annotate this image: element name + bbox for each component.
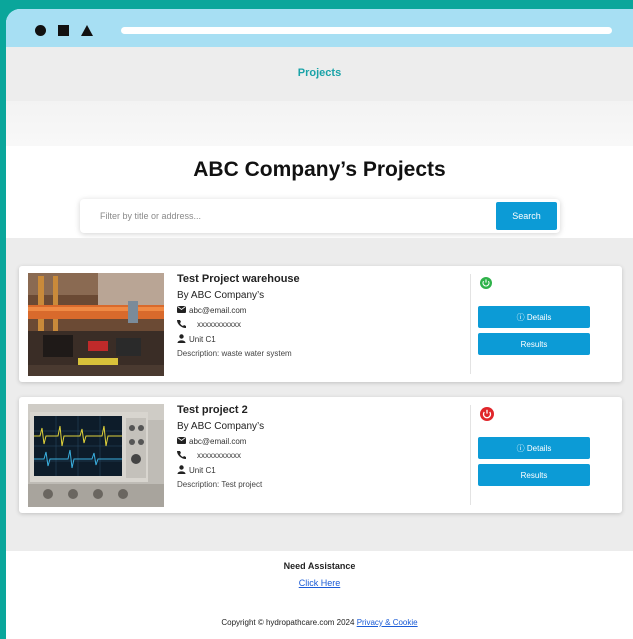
status-indicator xyxy=(480,407,494,426)
circle-icon[interactable] xyxy=(35,25,46,36)
company-name: ABC Company’s xyxy=(190,290,265,301)
project-info: Test project 2 By ABC Company’s abc@emai… xyxy=(177,404,457,489)
card-divider xyxy=(470,405,471,505)
card-divider xyxy=(470,274,471,374)
email-icon xyxy=(177,305,189,315)
copyright-line: Copyright © hydropathcare.com 2024 Priva… xyxy=(6,618,633,627)
hero-section: ABC Company’s Projects Search xyxy=(6,146,633,238)
nav-projects-link[interactable]: Projects xyxy=(6,67,633,79)
person-icon xyxy=(177,465,189,476)
project-unit: Unit C1 xyxy=(189,466,216,475)
status-indicator xyxy=(480,276,492,294)
need-assistance-heading: Need Assistance xyxy=(283,561,356,571)
phone-icon xyxy=(177,319,189,330)
by-label: By xyxy=(177,421,189,432)
page-title: ABC Company’s Projects xyxy=(193,158,446,181)
copyright-text: Copyright © hydropathcare.com 2024 xyxy=(221,618,355,627)
company-name: ABC Company’s xyxy=(190,421,265,432)
project-description: Description: Test project xyxy=(177,480,263,489)
top-nav: Projects xyxy=(6,47,633,101)
details-button[interactable]: ⓘ Details xyxy=(478,306,590,328)
person-icon xyxy=(177,334,189,345)
results-button[interactable]: Results xyxy=(478,333,590,355)
click-here-link[interactable]: Click Here xyxy=(6,578,633,588)
project-phone: xxxxxxxxxxx xyxy=(197,320,241,329)
project-info: Test Project warehouse By ABC Company’s … xyxy=(177,273,457,358)
warehouse-pipes-photo-icon xyxy=(28,273,164,376)
privacy-link[interactable]: Privacy & Cookie xyxy=(357,618,418,627)
project-thumbnail xyxy=(28,404,164,507)
unit-row: Unit C1 xyxy=(177,465,457,476)
project-unit: Unit C1 xyxy=(189,335,216,344)
oscilloscope-photo-icon xyxy=(28,404,164,507)
square-icon[interactable] xyxy=(58,25,69,36)
phone-row: xxxxxxxxxxx xyxy=(177,319,457,330)
triangle-icon[interactable] xyxy=(81,25,93,36)
project-owner: By ABC Company’s xyxy=(177,290,457,301)
unit-row: Unit C1 xyxy=(177,334,457,345)
phone-icon xyxy=(177,450,189,461)
browser-window: Projects ABC Company’s Projects Search xyxy=(6,9,633,639)
by-label: By xyxy=(177,290,189,301)
project-title[interactable]: Test project 2 xyxy=(177,404,457,416)
results-button[interactable]: Results xyxy=(478,464,590,486)
page-footer: Need Assistance Click Here Copyright © h… xyxy=(6,551,633,639)
search-button[interactable]: Search xyxy=(496,202,557,230)
project-owner: By ABC Company’s xyxy=(177,421,457,432)
project-card: Test project 2 By ABC Company’s abc@emai… xyxy=(19,397,622,513)
header-spacer xyxy=(6,101,633,146)
power-status-icon xyxy=(480,407,494,421)
project-email: abc@email.com xyxy=(189,305,247,315)
project-title[interactable]: Test Project warehouse xyxy=(177,273,457,285)
address-bar[interactable] xyxy=(121,27,612,34)
project-description: Description: waste water system xyxy=(177,349,292,358)
projects-list: Test Project warehouse By ABC Company’s … xyxy=(6,238,633,551)
phone-row: xxxxxxxxxxx xyxy=(177,450,457,461)
search-bar: Search xyxy=(80,199,560,233)
project-thumbnail xyxy=(28,273,164,376)
search-input[interactable] xyxy=(80,199,460,233)
project-card: Test Project warehouse By ABC Company’s … xyxy=(19,266,622,382)
power-status-icon xyxy=(480,277,492,289)
email-row: abc@email.com xyxy=(177,305,457,315)
email-row: abc@email.com xyxy=(177,436,457,446)
details-button[interactable]: ⓘ Details xyxy=(478,437,590,459)
project-phone: xxxxxxxxxxx xyxy=(197,451,241,460)
email-icon xyxy=(177,436,189,446)
project-email: abc@email.com xyxy=(189,436,247,446)
browser-titlebar xyxy=(6,9,633,47)
